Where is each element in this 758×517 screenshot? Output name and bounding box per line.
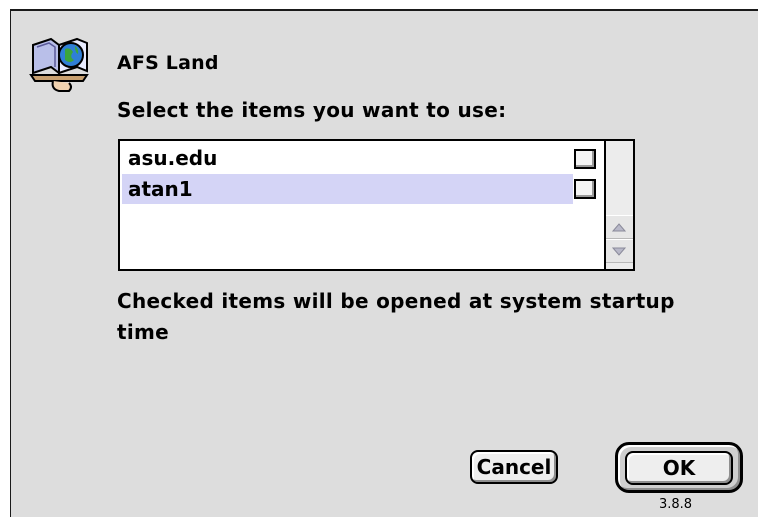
items-list-area: asu.edu atan1 bbox=[120, 141, 605, 269]
select-prompt: Select the items you want to use: bbox=[117, 98, 507, 122]
afs-land-icon bbox=[29, 29, 93, 93]
startup-checkbox-asu-edu[interactable] bbox=[574, 149, 596, 169]
ok-button[interactable]: OK bbox=[625, 451, 733, 485]
cancel-button[interactable]: Cancel bbox=[470, 450, 558, 484]
startup-checkbox-atan1[interactable] bbox=[574, 179, 596, 199]
list-item-label: atan1 bbox=[128, 177, 193, 201]
afs-land-dialog: AFS Land Select the items you want to us… bbox=[10, 9, 758, 517]
list-item-label: asu.edu bbox=[128, 146, 218, 170]
list-item-atan1[interactable]: atan1 bbox=[122, 174, 573, 204]
items-list[interactable]: asu.edu atan1 bbox=[118, 139, 635, 271]
list-scrollbar[interactable] bbox=[604, 141, 633, 269]
scroll-up-button[interactable] bbox=[606, 215, 633, 239]
dialog-title: AFS Land bbox=[117, 52, 219, 74]
startup-note: Checked items will be opened at system s… bbox=[117, 289, 675, 344]
list-item-asu-edu[interactable]: asu.edu bbox=[122, 143, 573, 173]
version-label: 3.8.8 bbox=[659, 497, 693, 512]
scroll-down-button[interactable] bbox=[606, 239, 633, 263]
